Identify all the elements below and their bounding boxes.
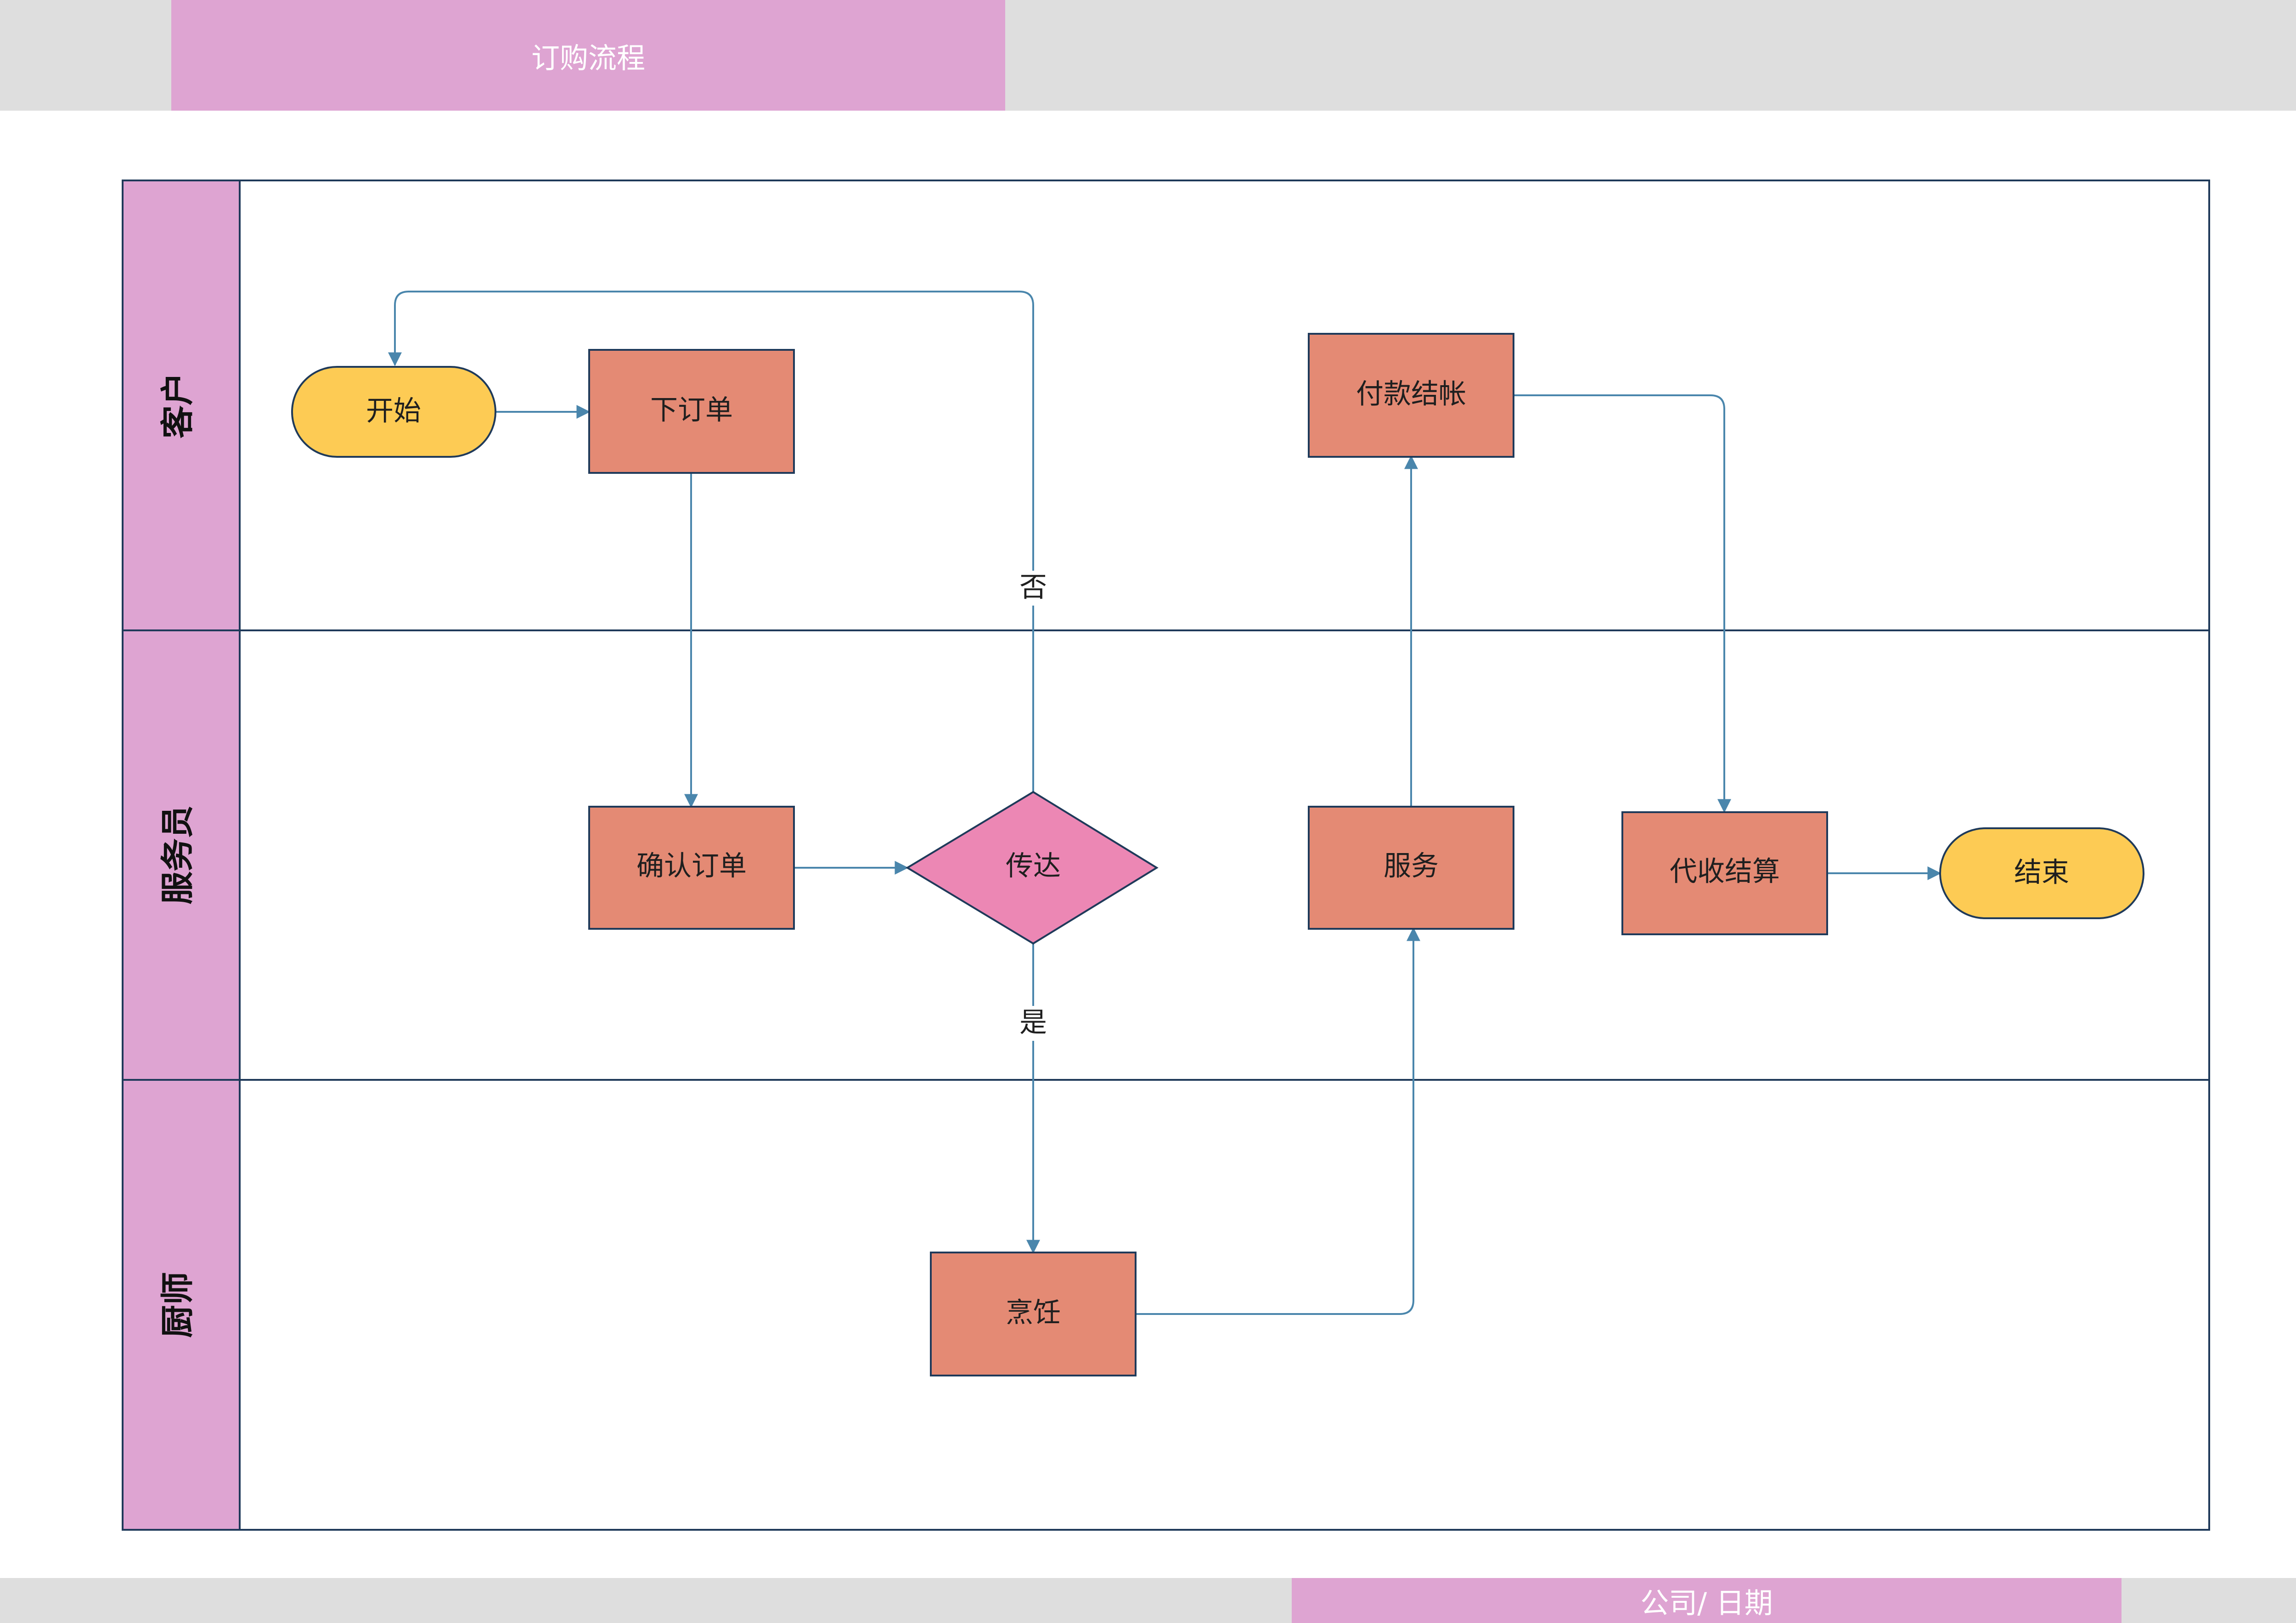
- edge-label-yes: 是: [1019, 1007, 1047, 1039]
- node-pay-label: 付款结帐: [1356, 378, 1466, 410]
- node-start-label: 开始: [366, 395, 421, 427]
- lane-label-waiter: 服务员: [158, 805, 197, 904]
- node-place-order-label: 下订单: [650, 394, 733, 427]
- swimlane-diagram: 客户 服务员 厨师 否 是 开始 下订单 付款结帐 确认订单 传达 服务 代收结…: [122, 180, 2210, 1531]
- node-collect-label: 代收结算: [1670, 856, 1780, 888]
- lane-label-customer: 客户: [158, 372, 197, 438]
- edge-label-no: 否: [1019, 572, 1047, 604]
- node-end-label: 结束: [2014, 857, 2069, 889]
- lane-label-chef: 厨师: [158, 1272, 197, 1338]
- node-relay-label: 传达: [1006, 850, 1061, 882]
- node-serve-label: 服务: [1384, 850, 1439, 882]
- node-cook-label: 烹饪: [1006, 1297, 1061, 1329]
- node-confirm-order-label: 确认订单: [636, 850, 747, 882]
